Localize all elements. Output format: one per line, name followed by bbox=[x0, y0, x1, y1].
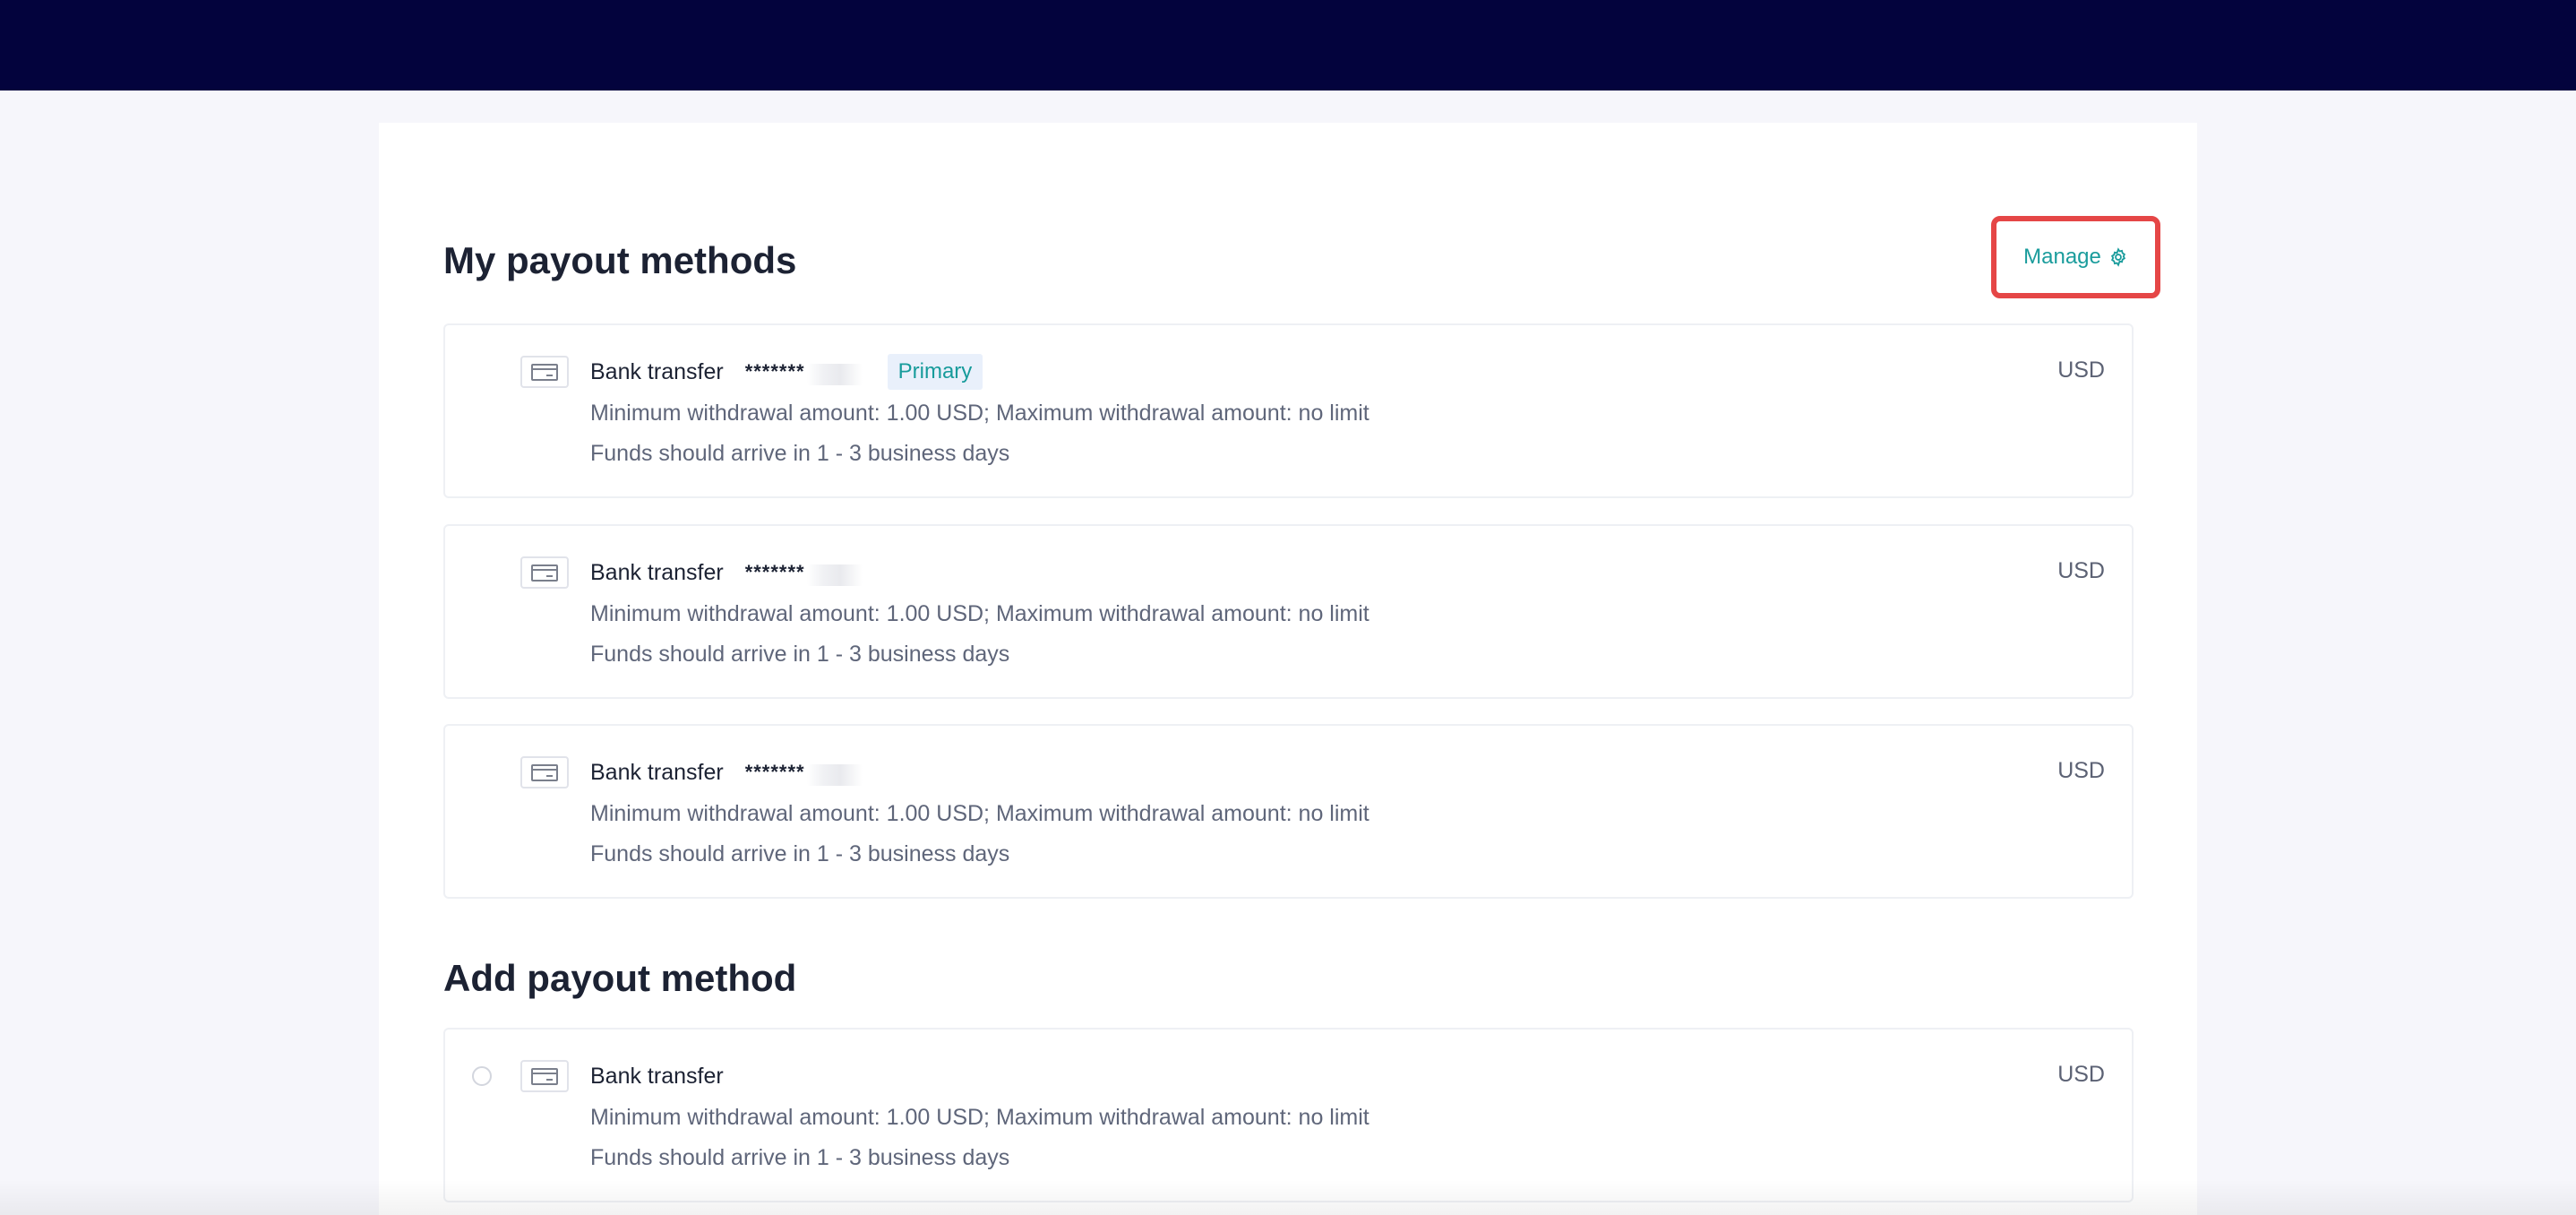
withdrawal-limits: Minimum withdrawal amount: 1.00 USD; Max… bbox=[590, 601, 1370, 626]
redacted-digits bbox=[806, 364, 863, 385]
redacted-digits bbox=[806, 564, 863, 586]
method-name: Bank transfer bbox=[590, 358, 724, 384]
add-payout-title: Add payout method bbox=[443, 957, 797, 999]
withdrawal-limits: Minimum withdrawal amount: 1.00 USD; Max… bbox=[590, 401, 1370, 426]
page-title: My payout methods bbox=[443, 239, 797, 281]
masked-account-number: ******* bbox=[745, 358, 863, 385]
bank-card-icon bbox=[520, 1060, 569, 1092]
gear-icon bbox=[2110, 247, 2125, 267]
redacted-digits bbox=[806, 764, 863, 786]
payout-method-row[interactable]: Bank transfer ******* USD Minimum withdr… bbox=[443, 524, 2134, 699]
top-nav-bar bbox=[0, 0, 2576, 90]
payout-method-row[interactable]: Bank transfer ******* USD Minimum withdr… bbox=[443, 724, 2134, 899]
currency-label: USD bbox=[2057, 558, 2105, 583]
arrival-time: Funds should arrive in 1 - 3 business da… bbox=[590, 441, 1010, 466]
bank-card-icon bbox=[520, 756, 569, 788]
arrival-time: Funds should arrive in 1 - 3 business da… bbox=[590, 841, 1010, 866]
withdrawal-limits: Minimum withdrawal amount: 1.00 USD; Max… bbox=[590, 801, 1370, 826]
add-method-option[interactable]: Bank transfer USD Minimum withdrawal amo… bbox=[443, 1028, 2134, 1202]
method-name: Bank transfer bbox=[590, 759, 724, 785]
masked-account-number: ******* bbox=[745, 759, 863, 786]
primary-badge: Primary bbox=[887, 354, 983, 390]
manage-highlight: Manage bbox=[1991, 216, 2160, 298]
method-radio[interactable] bbox=[472, 1066, 492, 1086]
currency-label: USD bbox=[2057, 1062, 2105, 1087]
currency-label: USD bbox=[2057, 758, 2105, 783]
currency-label: USD bbox=[2057, 358, 2105, 383]
payout-method-row[interactable]: Bank transfer ******* Primary USD Minimu… bbox=[443, 323, 2134, 498]
manage-label: Manage bbox=[2023, 245, 2101, 269]
withdrawal-limits: Minimum withdrawal amount: 1.00 USD; Max… bbox=[590, 1105, 1370, 1130]
payout-card: My payout methods Manage Bank transfer *… bbox=[379, 123, 2197, 1215]
masked-account-number: ******* bbox=[745, 559, 863, 586]
bank-card-icon bbox=[520, 556, 569, 589]
method-name: Bank transfer bbox=[590, 1063, 724, 1089]
bank-card-icon bbox=[520, 356, 569, 388]
method-name: Bank transfer bbox=[590, 559, 724, 585]
arrival-time: Funds should arrive in 1 - 3 business da… bbox=[590, 1145, 1010, 1170]
manage-button[interactable]: Manage bbox=[2023, 245, 2128, 270]
arrival-time: Funds should arrive in 1 - 3 business da… bbox=[590, 642, 1010, 667]
